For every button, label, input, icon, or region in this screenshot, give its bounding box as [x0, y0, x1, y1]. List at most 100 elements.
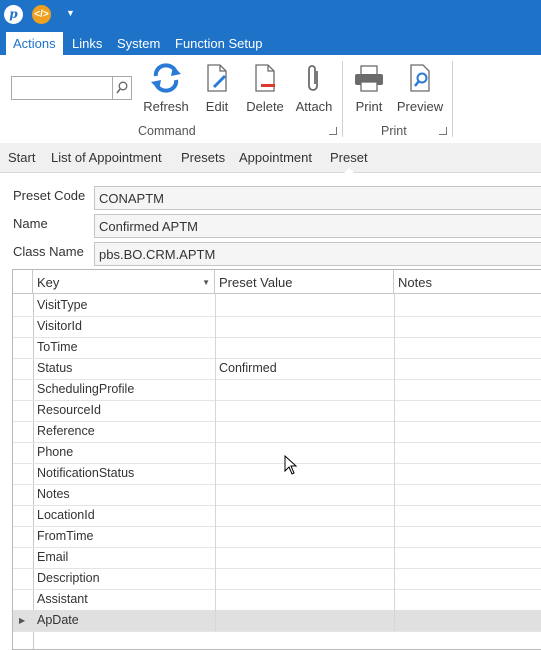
cell-preset-value[interactable] [219, 484, 392, 505]
table-row[interactable]: Description [13, 568, 541, 590]
command-group-launcher-icon[interactable] [329, 127, 337, 135]
cell-preset-value[interactable] [219, 295, 392, 316]
cell-preset-value[interactable] [219, 337, 392, 358]
attach-button[interactable]: Attach [294, 63, 334, 114]
preview-button[interactable]: Preview [396, 63, 444, 114]
cell-key[interactable]: Reference [37, 421, 213, 442]
menu-function-setup[interactable]: Function Setup [168, 30, 269, 55]
tab-start[interactable]: Start [8, 143, 35, 172]
cell-key[interactable]: ResourceId [37, 400, 213, 421]
tab-presets[interactable]: Presets [181, 143, 225, 172]
cell-key[interactable]: VisitorId [37, 316, 213, 337]
cell-key[interactable]: SchedulingProfile [37, 379, 213, 400]
cell-preset-value[interactable] [219, 610, 392, 631]
cell-notes[interactable] [398, 610, 541, 631]
cell-preset-value[interactable] [219, 526, 392, 547]
edit-label: Edit [205, 99, 229, 114]
refresh-button[interactable]: Refresh [142, 63, 190, 114]
cell-key[interactable]: Description [37, 568, 213, 589]
table-row[interactable]: ▶ ApDate [13, 610, 541, 632]
cell-preset-value[interactable] [219, 379, 392, 400]
table-row[interactable]: FromTime [13, 526, 541, 548]
group-separator [452, 61, 453, 137]
cell-notes[interactable] [398, 400, 541, 421]
menu-actions[interactable]: Actions [6, 32, 63, 55]
edit-button[interactable]: Edit [203, 63, 231, 114]
filter-dropdown-icon[interactable]: ▼ [202, 270, 210, 295]
menu-system[interactable]: System [110, 30, 167, 55]
preset-code-field[interactable]: CONAPTM [94, 186, 541, 210]
tab-preset[interactable]: Preset [330, 143, 368, 173]
cell-notes[interactable] [398, 484, 541, 505]
column-header-notes[interactable]: Notes [394, 270, 541, 294]
column-header-preset-value[interactable]: Preset Value [215, 270, 394, 294]
cell-preset-value[interactable]: Confirmed [219, 358, 392, 379]
cell-key[interactable]: Email [37, 547, 213, 568]
cell-notes[interactable] [398, 568, 541, 589]
class-name-field[interactable]: pbs.BO.CRM.APTM [94, 242, 541, 266]
tab-appointment[interactable]: Appointment [239, 143, 312, 172]
cell-key[interactable]: NotificationStatus [37, 463, 213, 484]
preset-values-grid: Key ▼ Preset Value Notes VisitType Visito… [12, 269, 541, 650]
table-row[interactable]: ResourceId [13, 400, 541, 422]
table-row[interactable]: Assistant [13, 589, 541, 611]
cell-notes[interactable] [398, 463, 541, 484]
cell-notes[interactable] [398, 337, 541, 358]
table-row[interactable]: Notes [13, 484, 541, 506]
cell-notes[interactable] [398, 421, 541, 442]
table-row[interactable]: Phone [13, 442, 541, 464]
menu-links[interactable]: Links [65, 30, 109, 55]
cell-preset-value[interactable] [219, 568, 392, 589]
cell-preset-value[interactable] [219, 316, 392, 337]
cell-notes[interactable] [398, 442, 541, 463]
search-button[interactable] [112, 77, 131, 99]
cell-preset-value[interactable] [219, 442, 392, 463]
table-row[interactable]: VisitorId [13, 316, 541, 338]
cell-notes[interactable] [398, 526, 541, 547]
cell-key[interactable]: LocationId [37, 505, 213, 526]
cell-notes[interactable] [398, 358, 541, 379]
cell-notes[interactable] [398, 295, 541, 316]
cell-notes[interactable] [398, 316, 541, 337]
cell-preset-value[interactable] [219, 589, 392, 610]
tab-list-of-appointment[interactable]: List of Appointment [51, 143, 162, 172]
cell-notes[interactable] [398, 589, 541, 610]
cell-key[interactable]: ApDate [37, 610, 213, 631]
name-field[interactable]: Confirmed APTM [94, 214, 541, 238]
app-logo-icon[interactable]: p [4, 5, 23, 24]
search-input[interactable] [11, 76, 132, 100]
cell-preset-value[interactable] [219, 463, 392, 484]
refresh-label: Refresh [143, 99, 189, 114]
print-button[interactable]: Print [352, 63, 386, 114]
cell-notes[interactable] [398, 547, 541, 568]
cell-key[interactable]: Status [37, 358, 213, 379]
cell-preset-value[interactable] [219, 505, 392, 526]
quick-access-dropdown-icon[interactable]: ▼ [66, 8, 75, 18]
cell-key[interactable]: Notes [37, 484, 213, 505]
table-row[interactable]: Status Confirmed [13, 358, 541, 380]
table-row[interactable]: Email [13, 547, 541, 569]
cell-preset-value[interactable] [219, 421, 392, 442]
table-row[interactable]: SchedulingProfile [13, 379, 541, 401]
print-group-launcher-icon[interactable] [439, 127, 447, 135]
table-row[interactable]: NotificationStatus [13, 463, 541, 485]
cell-key[interactable]: Assistant [37, 589, 213, 610]
column-header-key[interactable]: Key ▼ [33, 270, 215, 294]
table-row[interactable]: VisitType [13, 295, 541, 317]
cell-key[interactable]: Phone [37, 442, 213, 463]
table-row[interactable]: Reference [13, 421, 541, 443]
cell-key[interactable]: FromTime [37, 526, 213, 547]
cell-notes[interactable] [398, 379, 541, 400]
code-icon[interactable]: </> [32, 5, 51, 24]
column-divider [394, 294, 395, 631]
table-row[interactable]: LocationId [13, 505, 541, 527]
cell-preset-value[interactable] [219, 400, 392, 421]
cell-notes[interactable] [398, 505, 541, 526]
cell-preset-value[interactable] [219, 547, 392, 568]
document-tab-strip: Start List of Appointment Presets Appoin… [0, 143, 541, 173]
delete-button[interactable]: Delete [244, 63, 286, 114]
cell-key[interactable]: VisitType [37, 295, 213, 316]
table-row[interactable]: ToTime [13, 337, 541, 359]
cell-key[interactable]: ToTime [37, 337, 213, 358]
group-separator [342, 61, 343, 137]
